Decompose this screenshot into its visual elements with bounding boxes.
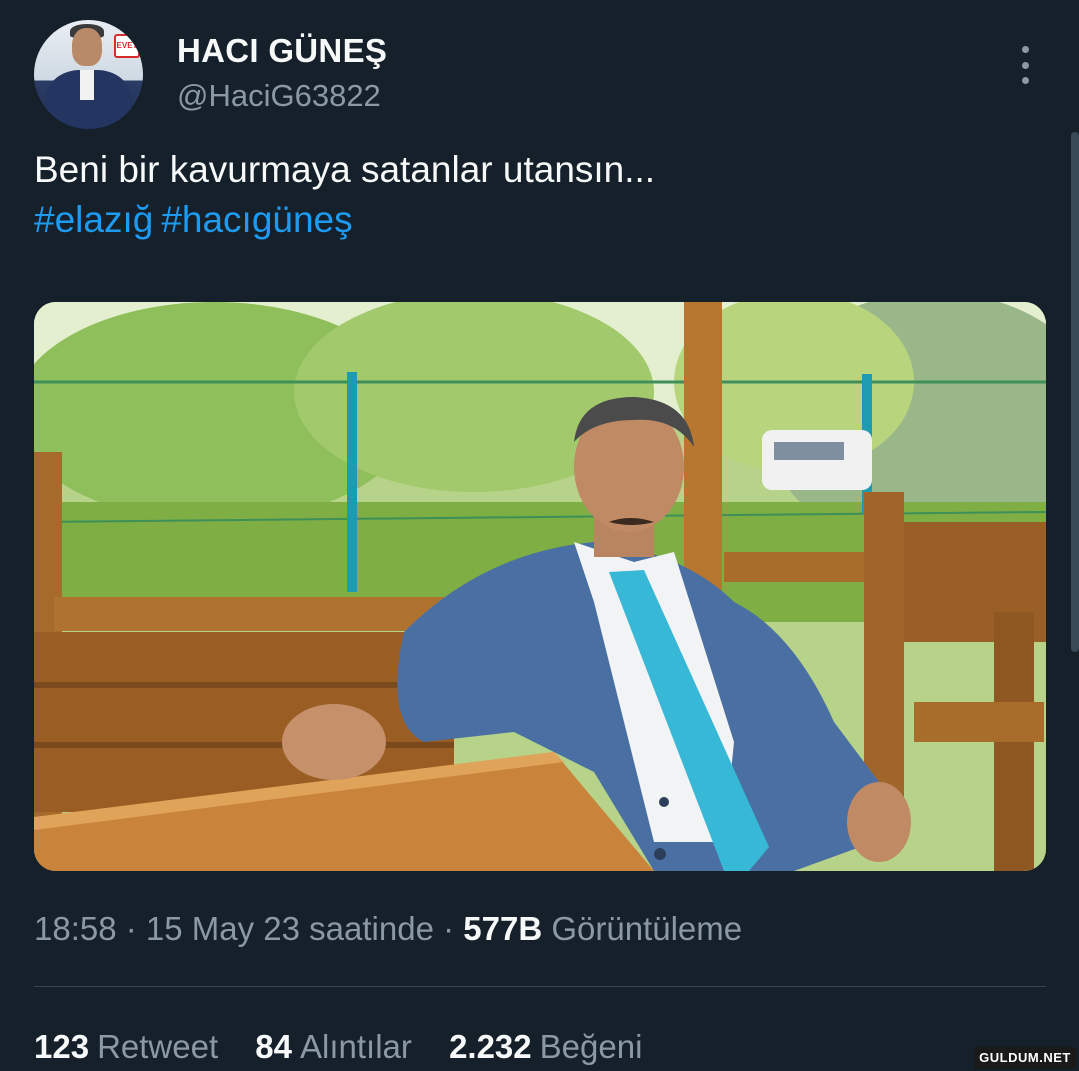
tweet-time[interactable]: 18:58 [34,910,117,947]
engagement-stats: 123 Retweet 84 Alıntılar 2.232 Beğeni [34,1028,670,1066]
watermark: GULDUM.NET [974,1047,1076,1069]
tweet-photo[interactable] [34,302,1046,871]
tweet-text: Beni bir kavurmaya satanlar utansın... #… [34,145,1014,245]
avatar-shirt [80,70,94,100]
views-count: 577B [463,910,543,947]
author-handle[interactable]: @HaciG63822 [177,78,381,114]
retweets-count: 123 [34,1028,90,1065]
more-vertical-icon-dot [1021,77,1029,84]
meta-separator: · [433,910,464,947]
quotes-count: 84 [255,1028,293,1065]
likes-stat[interactable]: 2.232 Beğeni [449,1028,642,1066]
tweet-body: Beni bir kavurmaya satanlar utansın... [34,149,656,190]
divider [34,986,1046,987]
retweets-stat[interactable]: 123 Retweet [34,1028,218,1066]
views-label: Görüntüleme [551,910,743,947]
avatar-face [72,28,102,66]
photo-illustration [34,302,1046,871]
hashtag-link[interactable]: #elazığ [34,199,153,240]
more-options-button[interactable] [1008,44,1042,86]
author-name[interactable]: HACI GÜNEŞ [177,32,387,70]
scrollbar[interactable] [1071,132,1079,652]
more-vertical-icon-dot [1021,61,1029,69]
more-vertical-icon [1021,46,1029,53]
likes-count: 2.232 [449,1028,532,1065]
avatar-badge: EVET [114,34,140,58]
avatar[interactable]: EVET [34,20,143,129]
tweet-meta: 18:58 · 15 May 23 saatinde · 577B Görünt… [34,910,742,948]
quotes-label: Alıntılar [300,1028,412,1065]
hashtag-list: #elazığ #hacıgüneş [34,195,1014,245]
hashtag-link[interactable]: #hacıgüneş [161,199,352,240]
tweet-detail: EVET HACI GÜNEŞ @HaciG63822 Beni bir kav… [0,0,1079,1071]
likes-label: Beğeni [539,1028,643,1065]
tweet-date[interactable]: 15 May 23 saatinde [146,910,434,947]
quotes-stat[interactable]: 84 Alıntılar [255,1028,412,1066]
retweets-label: Retweet [97,1028,219,1065]
meta-separator: · [116,910,146,947]
